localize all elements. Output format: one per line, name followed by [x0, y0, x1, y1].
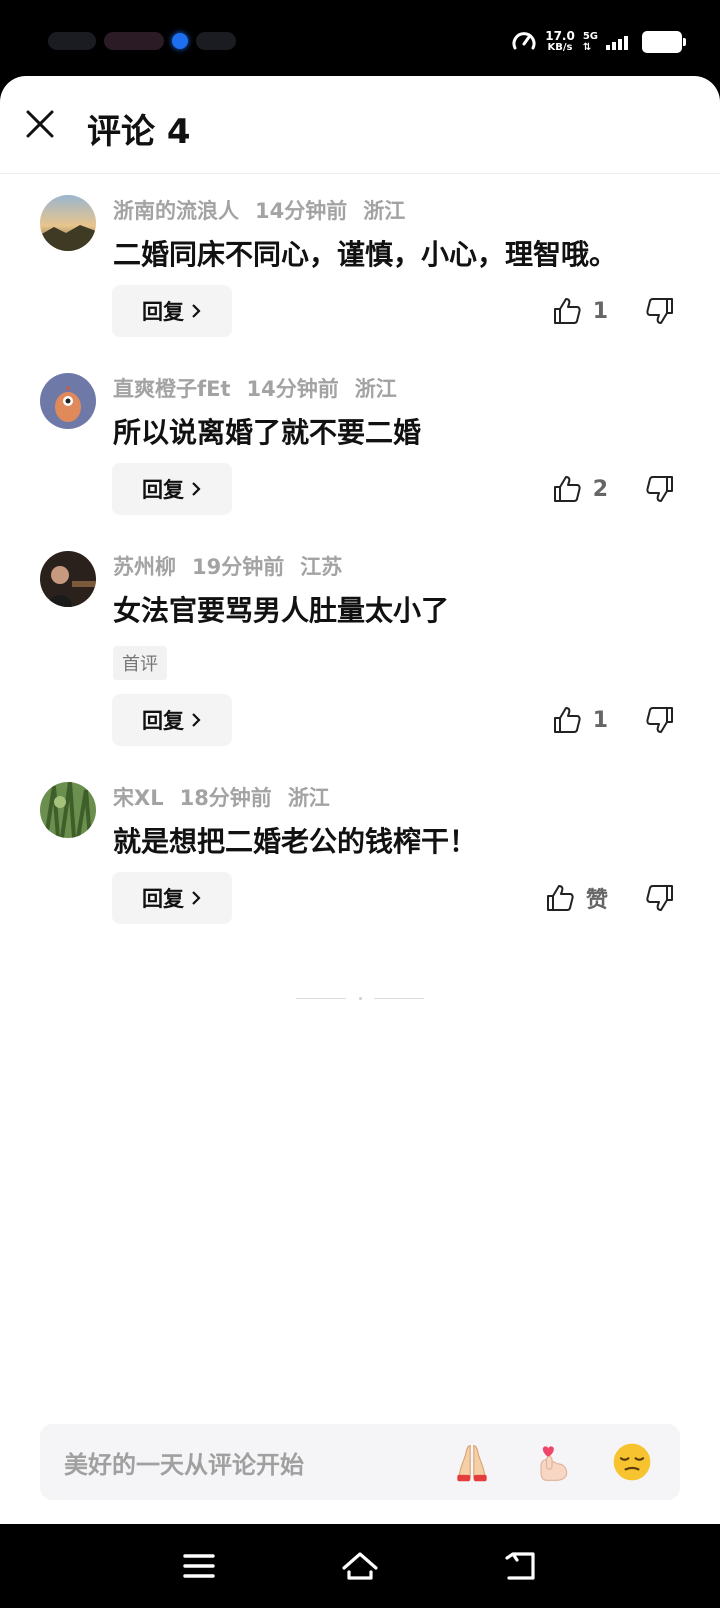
thumbs-up-icon: [546, 885, 574, 911]
close-icon[interactable]: [22, 106, 58, 142]
dislike-button[interactable]: [644, 694, 676, 746]
comment-location: 浙江: [287, 786, 330, 810]
chevron-right-icon: [192, 482, 201, 496]
reply-button[interactable]: 回复: [112, 463, 232, 515]
speedometer-icon: [512, 32, 536, 50]
comment-meta: 浙南的流浪人 14分钟前 浙江: [113, 195, 421, 225]
blurred-notification-icon: [48, 32, 96, 50]
system-navigation-bar: [0, 1524, 720, 1608]
avatar[interactable]: [40, 373, 96, 429]
signal-strength-icon: [606, 34, 628, 50]
thumbs-down-icon: [646, 476, 673, 502]
first-comment-badge: 首评: [113, 646, 167, 680]
reply-button[interactable]: 回复: [112, 694, 232, 746]
comment-text: 女法官要骂男人肚量太小了: [113, 594, 450, 627]
input-placeholder[interactable]: 美好的一天从评论开始: [64, 1445, 442, 1480]
data-arrows-icon: ⇅: [582, 42, 592, 53]
smirk-face-emoji-icon[interactable]: [602, 1432, 662, 1492]
comment-time: 14分钟前: [255, 199, 348, 223]
end-of-list-divider: [296, 996, 424, 1000]
thumbs-up-icon: [553, 707, 581, 733]
battery-icon: [642, 31, 686, 53]
like-count: 1: [592, 707, 608, 733]
dislike-button[interactable]: [644, 463, 676, 515]
comment-text: 就是想把二婚老公的钱榨干！: [113, 825, 478, 858]
chevron-right-icon: [192, 713, 201, 727]
like-button[interactable]: 赞: [544, 872, 608, 924]
username[interactable]: 浙南的流浪人: [113, 199, 239, 223]
page-title: 评论 4: [87, 112, 191, 152]
back-icon[interactable]: [501, 1546, 541, 1586]
username[interactable]: 宋XL: [113, 786, 164, 810]
comment-time: 14分钟前: [246, 377, 339, 401]
comment-time: 19分钟前: [192, 555, 285, 579]
reply-button[interactable]: 回复: [112, 285, 232, 337]
app-notification-icon: [172, 33, 188, 49]
comments-sheet: 评论 4 浙南的流浪人 14分钟前 浙江 二婚同床不同心，谨慎，小心，理智哦。 回复…: [0, 76, 720, 1524]
sheet-header: 评论 4: [0, 76, 720, 174]
menu-icon[interactable]: [179, 1546, 219, 1586]
like-label: 赞: [585, 888, 608, 913]
username[interactable]: 直爽橙子fEt: [113, 377, 231, 401]
like-button[interactable]: 1: [551, 694, 608, 746]
comment-location: 江苏: [300, 555, 343, 579]
comment-input[interactable]: 美好的一天从评论开始: [40, 1424, 680, 1500]
like-button[interactable]: 2: [551, 463, 608, 515]
thumbs-down-icon: [646, 885, 673, 911]
avatar[interactable]: [40, 782, 96, 838]
praying-hands-emoji-icon[interactable]: [442, 1432, 502, 1492]
thumbs-down-icon: [646, 707, 673, 733]
like-count: 2: [592, 476, 608, 502]
comment-text: 所以说离婚了就不要二婚: [113, 416, 422, 449]
thumbs-down-icon: [646, 298, 673, 324]
chevron-right-icon: [192, 304, 201, 318]
dislike-button[interactable]: [644, 872, 676, 924]
comment-meta: 苏州柳 19分钟前 江苏: [113, 551, 358, 581]
comment-meta: 直爽橙子fEt 14分钟前 浙江: [113, 373, 413, 403]
comment-location: 浙江: [354, 377, 397, 401]
network-speed: 17.0 KB/s: [545, 29, 575, 53]
comment-location: 浙江: [363, 199, 406, 223]
blurred-notification-icon: [104, 32, 164, 50]
avatar[interactable]: [40, 551, 96, 607]
notification-icons: [48, 26, 268, 56]
status-bar: 17.0 KB/s 5G ⇅: [0, 0, 720, 84]
reply-button[interactable]: 回复: [112, 872, 232, 924]
avatar[interactable]: [40, 195, 96, 251]
comment-meta: 宋XL 18分钟前 浙江: [113, 782, 346, 812]
comment-text: 二婚同床不同心，谨慎，小心，理智哦。: [113, 238, 618, 271]
thumbs-up-icon: [553, 298, 581, 324]
comment-time: 18分钟前: [179, 786, 272, 810]
thumbs-up-icon: [553, 476, 581, 502]
finger-heart-emoji-icon[interactable]: [522, 1432, 582, 1492]
like-button[interactable]: 1: [551, 285, 608, 337]
like-count: 1: [592, 298, 608, 324]
blurred-notification-icon: [196, 32, 236, 50]
network-type: 5G ⇅: [582, 31, 598, 53]
chevron-right-icon: [192, 891, 201, 905]
username[interactable]: 苏州柳: [113, 555, 176, 579]
home-icon[interactable]: [340, 1546, 380, 1586]
dislike-button[interactable]: [644, 285, 676, 337]
